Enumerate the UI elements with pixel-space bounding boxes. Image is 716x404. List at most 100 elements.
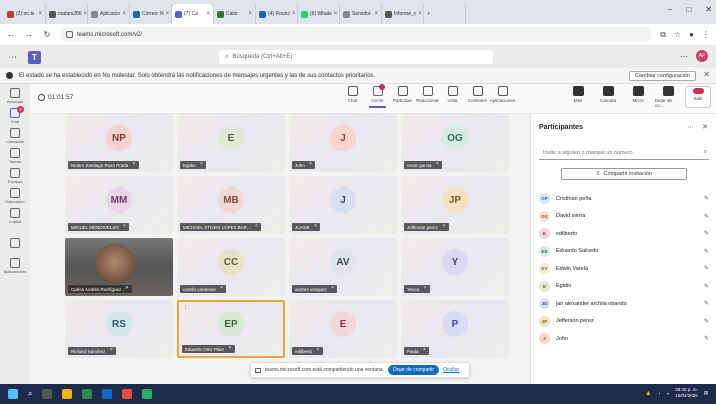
reload-icon[interactable]: ↻ xyxy=(42,30,52,39)
minimize-icon[interactable]: − xyxy=(668,5,673,14)
participant-tile[interactable]: EP 1 Eduardo Ortiz Páez 🎤 xyxy=(177,300,285,358)
tool-leave[interactable]: Salir xyxy=(685,86,711,108)
share-invite-button[interactable]: ⇪ Compartir invitación xyxy=(561,168,687,180)
rail-item[interactable]: … xyxy=(0,238,30,254)
rail-item[interactable]: Aplicaciones xyxy=(0,258,30,274)
participant-tile[interactable]: OG oscar garcia 🎤 xyxy=(401,114,509,172)
participant-tile[interactable]: MM MIGUEL MENDIVELSO 🎤 xyxy=(65,176,173,234)
close-tab-icon[interactable]: × xyxy=(84,11,87,17)
participant-tile[interactable]: J John 🎤 xyxy=(289,114,397,172)
close-icon[interactable]: ✕ xyxy=(703,70,710,79)
participant-tile[interactable]: J JUANK 🎤 xyxy=(289,176,397,234)
star-icon[interactable]: ☆ xyxy=(674,30,681,40)
participant-item[interactable]: JP Jefferson perez ✎ xyxy=(539,313,711,331)
tool-raise-hand[interactable]: Participar xyxy=(390,86,415,103)
close-tab-icon[interactable]: × xyxy=(248,11,252,17)
participant-tile[interactable]: NP Nestor Santiago Rozo Prada 🎤 xyxy=(65,114,173,172)
browser-tab[interactable]: Calor × xyxy=(214,4,256,24)
browser-tab[interactable]: (6) Whats × xyxy=(298,4,340,24)
tool-people[interactable]: Gente xyxy=(365,84,390,108)
participant-tile[interactable]: Carlos Andrés Rodríguez 🎤 xyxy=(65,238,173,296)
close-tab-icon[interactable]: × xyxy=(334,11,338,17)
browser-tab[interactable]: Servidor × xyxy=(340,4,382,24)
tool-mic[interactable]: Micro xyxy=(625,86,651,108)
close-icon[interactable]: ✕ xyxy=(705,5,712,14)
close-tab-icon[interactable]: × xyxy=(374,11,378,17)
windows-start-icon[interactable] xyxy=(8,389,18,399)
more-options-icon[interactable]: ⋯ xyxy=(687,123,694,131)
site-info-icon[interactable] xyxy=(66,31,73,38)
change-settings-button[interactable]: Cambiar configuración xyxy=(628,71,696,81)
participant-item[interactable]: DS David sierra ✎ xyxy=(539,208,711,226)
extensions-icon[interactable]: ⧉ xyxy=(660,30,666,40)
invite-input[interactable]: Invite a alguien o marque un número ⌕ xyxy=(539,146,709,160)
browser-tab[interactable]: (7) Ca × xyxy=(172,4,214,24)
task-view-icon[interactable] xyxy=(42,389,53,399)
avatar[interactable]: AF xyxy=(696,50,708,62)
participant-item[interactable]: CP Cristhian peña ✎ xyxy=(539,190,711,208)
tool-reaction[interactable]: Reaccionar xyxy=(415,86,440,103)
weather-icon[interactable]: ▲ xyxy=(645,390,652,397)
tool-chat[interactable]: Chat xyxy=(340,86,365,103)
tool-share-stop[interactable]: Dejar de co... xyxy=(655,86,681,108)
browser-tab[interactable]: Informe_c × xyxy=(382,4,424,24)
dialpad-icon[interactable]: ⌕ xyxy=(704,149,707,156)
participant-item[interactable]: E Egidio ✎ xyxy=(539,278,711,296)
close-tab-icon[interactable]: × xyxy=(166,11,170,17)
forward-icon[interactable]: → xyxy=(24,30,34,39)
participant-tile[interactable]: P Paula 🎤 xyxy=(401,300,509,358)
rail-item[interactable]: Tareas xyxy=(0,148,30,164)
stop-sharing-button[interactable]: Dejar de compartir xyxy=(387,365,440,375)
browser-tab[interactable]: mafam286 × xyxy=(46,4,88,24)
tool-view[interactable]: Vista xyxy=(440,86,465,103)
file-explorer-icon[interactable] xyxy=(62,389,73,399)
browser-tab[interactable]: Aplicacio × xyxy=(88,4,130,24)
volume-icon[interactable]: ◖ xyxy=(666,391,669,396)
hide-link[interactable]: Ocultar xyxy=(443,367,459,373)
close-tab-icon[interactable]: × xyxy=(206,11,210,17)
edge-icon[interactable] xyxy=(102,389,113,399)
browser-tab[interactable]: (4) Rounc × xyxy=(256,4,298,24)
wifi-icon[interactable]: ◔ xyxy=(658,391,661,396)
participant-tile[interactable]: Eedilberto 🎤 xyxy=(289,300,397,358)
rail-item[interactable]: Llamadas xyxy=(0,128,30,144)
participant-item[interactable]: J John ✎ xyxy=(539,330,711,348)
tool-more[interactable]: Más xyxy=(565,86,591,108)
rail-item[interactable]: Chat 8 xyxy=(0,106,30,124)
browser-tab[interactable]: (2) no le × xyxy=(4,4,46,24)
tool-controls[interactable]: Controles xyxy=(465,86,490,103)
participant-tile[interactable]: Y Yesca 🎤 xyxy=(401,238,509,296)
maximize-icon[interactable]: □ xyxy=(686,5,691,14)
participant-tile[interactable]: RS Richard Sanchez 🎤 xyxy=(65,300,173,358)
tool-apps[interactable]: Aplicaciones xyxy=(490,86,515,103)
close-tab-icon[interactable]: × xyxy=(292,11,296,17)
participant-item[interactable]: ES Eduardo Salcedo ✎ xyxy=(539,243,711,261)
new-tab-button[interactable]: + xyxy=(424,4,466,24)
participant-tile[interactable]: E Egidio 🎤 xyxy=(177,114,285,172)
system-clock[interactable]: 08:40 p. m. 16/04/2026 xyxy=(675,387,698,399)
rail-item[interactable]: Copilot xyxy=(0,208,30,224)
app-launcher-icon[interactable]: ⋯ xyxy=(8,52,24,63)
participant-item[interactable]: JO jair alexander archila obando ✎ xyxy=(539,295,711,313)
back-icon[interactable]: ← xyxy=(6,30,16,39)
close-panel-icon[interactable]: ✕ xyxy=(702,123,708,131)
participant-tile[interactable]: CC camilo cardenas 🎤 xyxy=(177,238,285,296)
participant-tile[interactable]: MB MICHAEL STIVEN LOPEZ BAR... 🎤 xyxy=(177,176,285,234)
url-field[interactable]: teams.microsoft.com/v2/ xyxy=(60,27,653,42)
participant-tile[interactable]: JP Jefferson perez 🎤 xyxy=(401,176,509,234)
app-icon[interactable] xyxy=(122,389,133,399)
participant-item[interactable]: Eedilberto ✎ xyxy=(539,225,711,243)
close-tab-icon[interactable]: × xyxy=(122,11,126,17)
chrome-icon[interactable] xyxy=(82,389,93,399)
participant-item[interactable]: EV Edwin Varela ✎ xyxy=(539,260,711,278)
participant-tile[interactable]: AV andres vasquez 🎤 xyxy=(289,238,397,296)
rail-item[interactable]: Calendario xyxy=(0,188,30,204)
profile-icon[interactable]: ● xyxy=(689,30,694,40)
browser-tab[interactable]: Correo: N × xyxy=(130,4,172,24)
search-icon[interactable]: ⌕ xyxy=(28,389,32,399)
notifications-icon[interactable]: ▤ xyxy=(704,390,708,396)
menu-icon[interactable]: ⋮ xyxy=(702,30,710,40)
more-options-icon[interactable]: ⋯ xyxy=(680,52,688,61)
rail-item[interactable]: Actividad xyxy=(0,88,30,104)
rail-item[interactable]: Equipos xyxy=(0,168,30,184)
